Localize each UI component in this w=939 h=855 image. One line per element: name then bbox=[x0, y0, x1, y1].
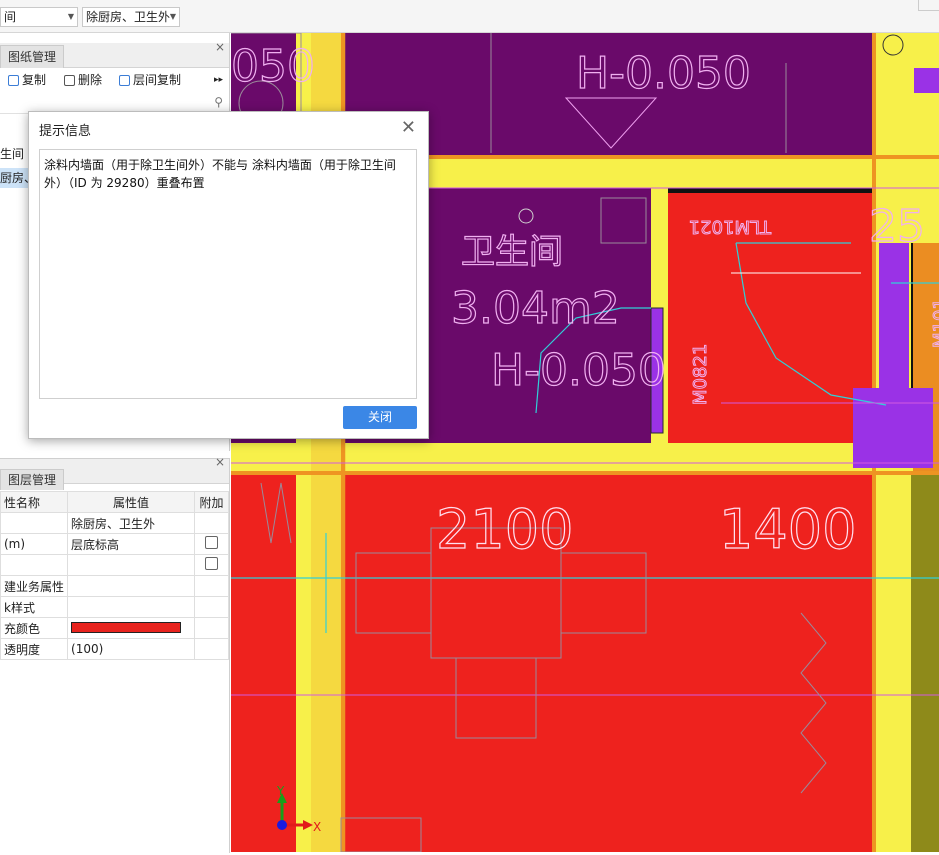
copy-icon bbox=[8, 75, 19, 86]
panel-tabbar: 图纸管理 × bbox=[0, 40, 229, 68]
fill-color-value[interactable] bbox=[67, 617, 196, 639]
property-value[interactable]: 除厨房、卫生外 bbox=[67, 512, 196, 534]
header-extra: 附加 bbox=[194, 491, 229, 513]
table-row[interactable]: k样式 bbox=[0, 596, 229, 618]
trash-icon bbox=[64, 75, 75, 86]
message-text: 涂料内墙面（用于除卫生间外）不能与 涂料内墙面（用于除卫生间外）（ID 为 29… bbox=[39, 149, 417, 399]
table-row[interactable]: 透明度 (100) bbox=[0, 638, 229, 660]
close-icon[interactable]: ✕ bbox=[401, 117, 416, 138]
table-header: 性名称 属性值 附加 bbox=[0, 491, 229, 513]
chevron-down-icon: ▼ bbox=[169, 12, 176, 21]
table-row[interactable] bbox=[0, 554, 229, 576]
tree-item[interactable]: 生间 bbox=[0, 144, 30, 164]
axis-x-label: X bbox=[313, 820, 321, 834]
header-name: 性名称 bbox=[0, 491, 69, 513]
tab-drawing-management[interactable]: 图纸管理 bbox=[0, 45, 65, 68]
close-icon[interactable]: × bbox=[215, 455, 225, 469]
close-icon[interactable]: × bbox=[215, 40, 225, 54]
more-button[interactable]: ▸▸ bbox=[214, 71, 223, 89]
search-icon: ⚲ bbox=[214, 95, 223, 109]
axis-y-label: Y bbox=[276, 784, 285, 798]
dialog-title: 提示信息 bbox=[39, 124, 92, 139]
floor-select-value: 间 bbox=[4, 10, 17, 24]
floor-copy-button[interactable]: 层间复制 bbox=[119, 71, 181, 89]
property-value[interactable]: 层底标高 bbox=[67, 533, 196, 555]
drawing-toolbar: 复制 删除 层间复制 ▸▸ bbox=[0, 67, 229, 91]
door-label: M101 bbox=[930, 298, 939, 348]
panel-tabbar: 图层管理 × bbox=[0, 455, 229, 490]
delete-button[interactable]: 删除 bbox=[64, 71, 102, 89]
door-label: M0821 bbox=[690, 344, 711, 405]
window-control[interactable] bbox=[918, 0, 939, 11]
floor-select[interactable]: 间 ▼ bbox=[0, 7, 78, 27]
dimension-label: 2100 bbox=[436, 498, 573, 561]
close-button[interactable]: 关闭 bbox=[343, 406, 417, 429]
tree-item-selected[interactable]: 厨房、 bbox=[0, 168, 30, 188]
header-value: 属性值 bbox=[67, 491, 196, 513]
checkbox[interactable] bbox=[205, 557, 218, 570]
table-row[interactable]: (m) 层底标高 bbox=[0, 533, 229, 555]
table-row[interactable]: 建业务属性 bbox=[0, 575, 229, 597]
top-toolbar: 间 ▼ 除厨房、卫生外 ▼ bbox=[0, 0, 939, 33]
property-value[interactable] bbox=[67, 554, 196, 576]
copy-icon bbox=[119, 75, 130, 86]
checkbox[interactable] bbox=[205, 536, 218, 549]
elevation-label: H-0.050 bbox=[491, 345, 666, 396]
message-dialog: 提示信息 ✕ 涂料内墙面（用于除卫生间外）不能与 涂料内墙面（用于除卫生间外）（… bbox=[28, 111, 429, 439]
room-name-label: 卫生间 bbox=[461, 232, 563, 272]
dimension-label: 1400 bbox=[719, 498, 856, 561]
layer-management-panel: 图层管理 × 性名称 属性值 附加 除厨房、卫生外 (m) 层底标高 建业务属性 bbox=[0, 455, 230, 853]
component-select[interactable]: 除厨房、卫生外 ▼ bbox=[82, 7, 180, 27]
component-select-value: 除厨房、卫生外 bbox=[86, 10, 171, 24]
wall-olive bbox=[911, 473, 939, 852]
door-label: TLM1021 bbox=[689, 216, 772, 237]
property-table: 性名称 属性值 附加 除厨房、卫生外 (m) 层底标高 建业务属性 k样式 充颜… bbox=[0, 491, 229, 660]
elevation-label: 25 bbox=[869, 201, 925, 252]
elevation-label: 050 bbox=[231, 41, 315, 92]
table-row[interactable]: 除厨房、卫生外 bbox=[0, 512, 229, 534]
property-value[interactable] bbox=[67, 596, 196, 618]
elevation-label: H-0.050 bbox=[576, 48, 751, 99]
table-row[interactable]: 充颜色 bbox=[0, 617, 229, 639]
color-swatch bbox=[71, 622, 182, 633]
property-value[interactable] bbox=[67, 575, 196, 597]
tab-layer-management[interactable]: 图层管理 bbox=[0, 469, 65, 490]
property-value[interactable]: (100) bbox=[67, 638, 196, 660]
copy-button[interactable]: 复制 bbox=[8, 71, 46, 89]
room-area-label: 3.04m2 bbox=[451, 283, 620, 334]
chevron-down-icon: ▼ bbox=[67, 12, 74, 21]
